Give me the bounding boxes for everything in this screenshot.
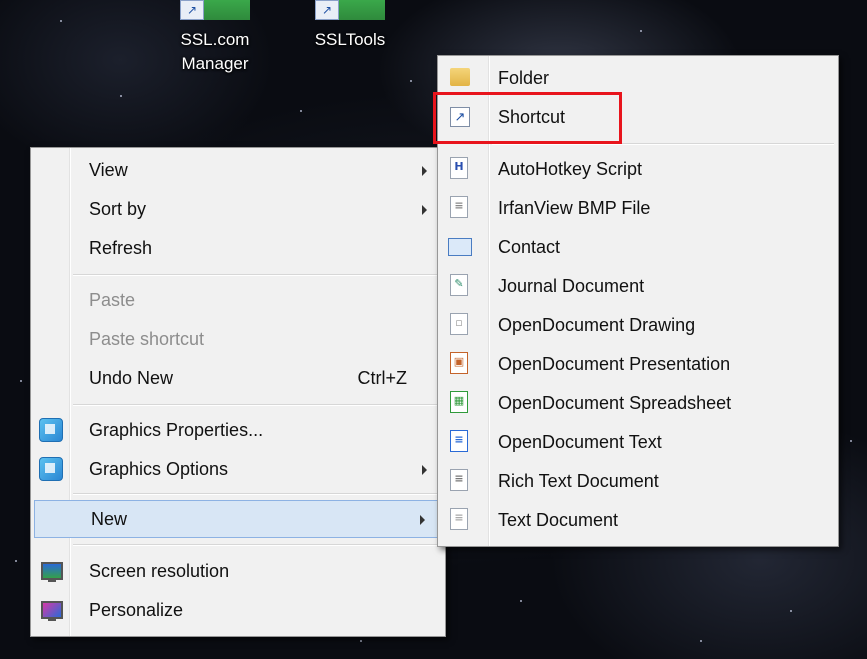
- monitor-icon: [41, 562, 63, 582]
- presentation-file-icon: ▣: [450, 352, 468, 374]
- menu-item-label: IrfanView BMP File: [498, 198, 651, 218]
- menu-item-label: Refresh: [89, 238, 153, 258]
- menu-item-label: Personalize: [89, 600, 184, 620]
- star: [300, 110, 302, 112]
- menu-item-label: Folder: [498, 68, 550, 88]
- star: [20, 380, 22, 382]
- star: [700, 640, 702, 642]
- menu-item-new[interactable]: New: [34, 500, 442, 538]
- rich-text-file-icon: ≡: [450, 469, 468, 491]
- submenu-item-contact[interactable]: Contact: [440, 229, 836, 265]
- desktop-context-menu: View Sort by Refresh Paste Paste shortcu…: [30, 147, 446, 637]
- menu-item-label: Rich Text Document: [498, 471, 659, 491]
- graphics-icon: [39, 418, 63, 442]
- submenu-item-journal-document[interactable]: ✎ Journal Document: [440, 268, 836, 304]
- menu-item-label: Paste shortcut: [89, 329, 205, 349]
- star: [790, 610, 792, 612]
- menu-item-label: Graphics Options: [89, 459, 229, 479]
- menu-item-label: Screen resolution: [89, 561, 230, 581]
- star: [60, 20, 62, 22]
- star: [15, 560, 17, 562]
- menu-item-undo-new[interactable]: Undo New Ctrl+Z: [33, 360, 443, 396]
- menu-item-graphics-properties[interactable]: Graphics Properties...: [33, 412, 443, 448]
- text-file-icon: ≡: [450, 508, 468, 530]
- submenu-arrow-icon: [422, 166, 427, 176]
- submenu-arrow-icon: [420, 515, 425, 525]
- submenu-item-od-spreadsheet[interactable]: ▦ OpenDocument Spreadsheet: [440, 385, 836, 421]
- menu-separator: [73, 493, 441, 495]
- menu-item-paste: Paste: [33, 282, 443, 318]
- shortcut-icon: ↗: [315, 0, 385, 20]
- menu-item-graphics-options[interactable]: Graphics Options: [33, 451, 443, 487]
- submenu-arrow-icon: [422, 205, 427, 215]
- desktop-icon-ssltools[interactable]: ↗ SSLTools: [295, 0, 405, 52]
- text-document-file-icon: ≡: [450, 430, 468, 452]
- submenu-item-od-presentation[interactable]: ▣ OpenDocument Presentation: [440, 346, 836, 382]
- menu-item-label: OpenDocument Presentation: [498, 354, 731, 374]
- star: [120, 95, 122, 97]
- menu-item-label: View: [89, 160, 128, 180]
- menu-item-label: OpenDocument Text: [498, 432, 662, 452]
- spreadsheet-file-icon: ▦: [450, 391, 468, 413]
- desktop-icon-label: SSL.com Manager: [180, 30, 250, 73]
- submenu-arrow-icon: [422, 465, 427, 475]
- submenu-item-od-text[interactable]: ≡ OpenDocument Text: [440, 424, 836, 460]
- submenu-item-text-document[interactable]: ≡ Text Document: [440, 502, 836, 538]
- menu-item-label: Graphics Properties...: [89, 420, 264, 440]
- menu-separator: [73, 404, 441, 406]
- submenu-item-autohotkey-script[interactable]: H AutoHotkey Script: [440, 151, 836, 187]
- journal-file-icon: ✎: [450, 274, 468, 296]
- submenu-item-od-drawing[interactable]: ▫ OpenDocument Drawing: [440, 307, 836, 343]
- star: [410, 80, 412, 82]
- contact-card-icon: [448, 238, 472, 256]
- star: [640, 30, 642, 32]
- star: [520, 600, 522, 602]
- desktop-icon-ssl-manager[interactable]: ↗ SSL.com Manager: [160, 0, 270, 76]
- autohotkey-file-icon: H: [450, 157, 468, 179]
- shortcut-icon: ↗: [180, 0, 250, 20]
- menu-item-label: Journal Document: [498, 276, 645, 296]
- star: [360, 640, 362, 642]
- menu-item-label: Sort by: [89, 199, 147, 219]
- folder-icon: [450, 68, 470, 86]
- menu-item-view[interactable]: View: [33, 152, 443, 188]
- menu-item-label: New: [91, 509, 128, 529]
- bmp-file-icon: ≡: [450, 196, 468, 218]
- menu-item-label: AutoHotkey Script: [498, 159, 643, 179]
- menu-item-sort-by[interactable]: Sort by: [33, 191, 443, 227]
- menu-separator: [73, 274, 441, 276]
- drawing-file-icon: ▫: [450, 313, 468, 335]
- menu-item-label: Undo New: [89, 368, 174, 388]
- menu-item-refresh[interactable]: Refresh: [33, 230, 443, 266]
- menu-item-label: Text Document: [498, 510, 619, 530]
- submenu-item-irfanview-bmp[interactable]: ≡ IrfanView BMP File: [440, 190, 836, 226]
- shortcut-highlight-box: [433, 92, 622, 144]
- submenu-item-folder[interactable]: Folder: [440, 60, 836, 96]
- menu-item-label: OpenDocument Spreadsheet: [498, 393, 732, 413]
- submenu-item-rich-text[interactable]: ≡ Rich Text Document: [440, 463, 836, 499]
- menu-separator: [73, 544, 441, 546]
- menu-item-label: Paste: [89, 290, 136, 310]
- desktop-icon-label: SSLTools: [314, 30, 386, 49]
- star: [850, 440, 852, 442]
- menu-item-paste-shortcut: Paste shortcut: [33, 321, 443, 357]
- menu-item-personalize[interactable]: Personalize: [33, 592, 443, 628]
- menu-item-screen-resolution[interactable]: Screen resolution: [33, 553, 443, 589]
- menu-item-label: OpenDocument Drawing: [498, 315, 696, 335]
- menu-item-label: Contact: [498, 237, 561, 257]
- keyboard-shortcut: Ctrl+Z: [357, 368, 408, 388]
- personalize-icon: [41, 601, 63, 621]
- graphics-icon: [39, 457, 63, 481]
